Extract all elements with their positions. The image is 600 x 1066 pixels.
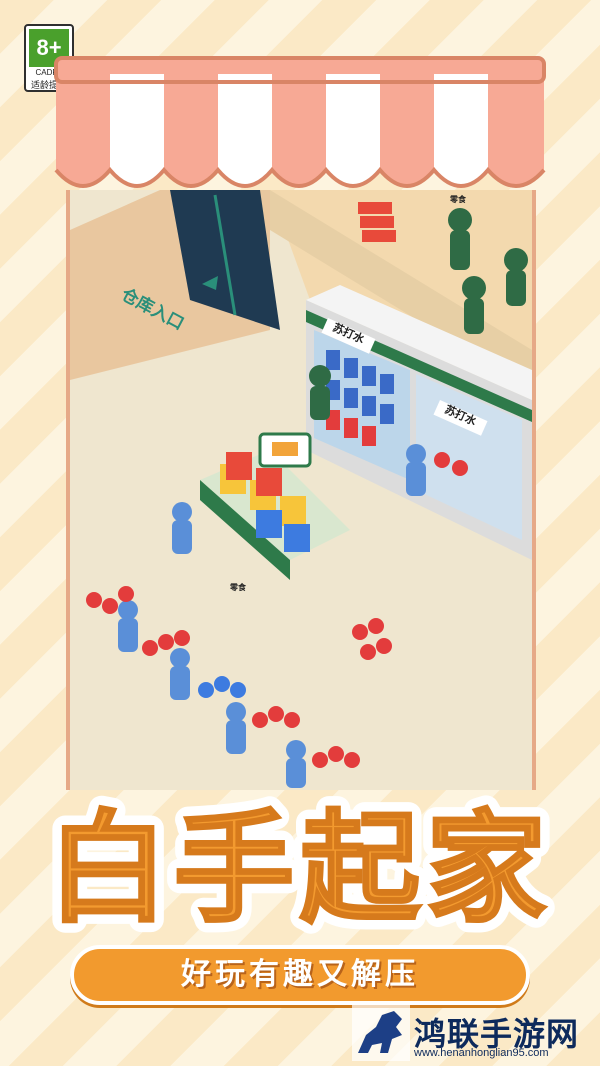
horse-logo-icon bbox=[352, 1005, 410, 1061]
game-title-text: 白手起家 bbox=[48, 800, 552, 939]
tagline-banner: 好玩有趣又解压 bbox=[70, 945, 530, 1005]
shelf-tag-1: 零食 bbox=[229, 582, 247, 592]
box-carrier bbox=[358, 202, 396, 242]
site-watermark: 鸿联手游网 www.henanhonglian95.com bbox=[350, 1003, 596, 1063]
game-title: 白手起家 白手起家 bbox=[40, 789, 557, 942]
game-scene: 苏打水 苏打水 仓库入口 零食 零食 bbox=[66, 190, 536, 790]
store-illustration: 苏打水 苏打水 仓库入口 零食 零食 bbox=[70, 190, 532, 790]
shop-awning bbox=[54, 56, 546, 188]
site-url: www.henanhonglian95.com bbox=[414, 1047, 549, 1059]
tagline-text: 好玩有趣又解压 bbox=[181, 957, 419, 992]
